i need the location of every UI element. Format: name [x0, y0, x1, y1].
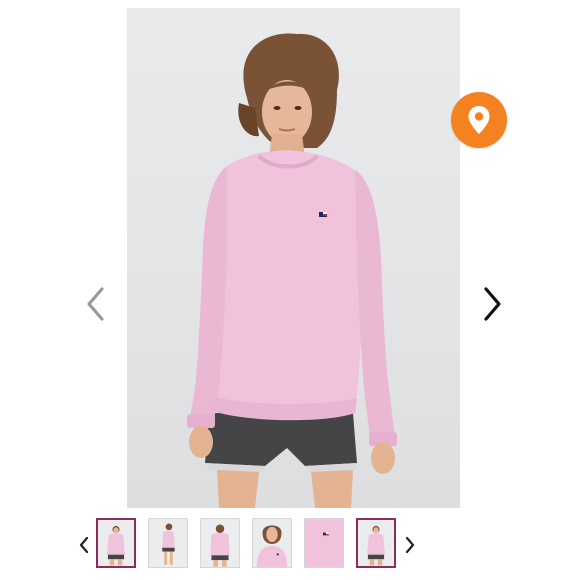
- chevron-left-icon: [79, 536, 89, 554]
- thumbnail-1[interactable]: [96, 518, 136, 568]
- thumbnail-strip: [0, 513, 580, 575]
- map-pin-icon: [468, 106, 490, 134]
- thumbnail-3[interactable]: [200, 518, 240, 568]
- thumbnails-next-button[interactable]: [402, 533, 418, 557]
- next-image-button[interactable]: [476, 284, 510, 324]
- previous-image-button[interactable]: [78, 284, 112, 324]
- thumbnail-2[interactable]: [148, 518, 188, 568]
- main-product-photo[interactable]: [127, 8, 460, 508]
- store-location-button[interactable]: [451, 92, 507, 148]
- thumbnail-4[interactable]: [252, 518, 292, 568]
- chevron-right-icon: [405, 536, 415, 554]
- chevron-left-icon: [87, 287, 104, 321]
- product-image-gallery: [0, 0, 580, 580]
- thumbnails-previous-button[interactable]: [76, 533, 92, 557]
- thumbnail-5[interactable]: [304, 518, 344, 568]
- thumbnail-6[interactable]: [356, 518, 396, 568]
- chevron-right-icon: [484, 287, 501, 321]
